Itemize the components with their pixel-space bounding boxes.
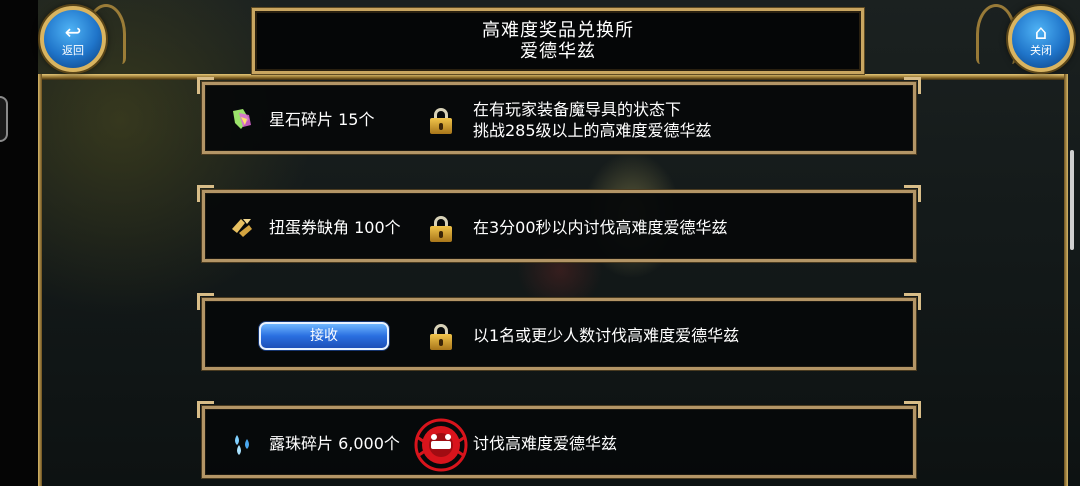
scrollbar[interactable] [1070,150,1074,250]
reward-label: 露珠碎片 6,000个 [269,434,400,453]
home-icon: ⌂ [1034,19,1048,44]
condition-text: 在有玩家装备魔导具的状态下 [473,100,682,119]
reward-row: 露珠碎片 6,000个 讨伐高难度爱德华兹 [201,405,917,479]
close-button[interactable]: ⌂ 关闭 [1008,6,1074,72]
page-subtitle: 爱德华兹 [520,41,596,62]
back-arrow-icon: ↩ [64,19,82,44]
back-button-label: 返回 [62,43,84,57]
boss-defeated-emblem-icon [414,418,468,472]
lock-icon [429,108,453,134]
lock-icon [429,324,453,350]
reward-label: 扭蛋券缺角 100个 [269,218,401,237]
back-button[interactable]: ↩ 返回 [40,6,106,72]
frame-right-border [1064,74,1068,486]
frame-left-border [38,74,42,486]
reward-label: 星石碎片 15个 [269,110,375,129]
dew-drop-icon [229,431,255,457]
receive-button[interactable]: 接收 [259,322,389,350]
lock-icon [429,216,453,242]
close-button-label: 关闭 [1030,43,1052,57]
reward-row: 接收 以1名或更少人数讨伐高难度爱德华兹 [201,297,917,371]
gacha-ticket-icon [229,215,255,241]
condition-text: 讨伐高难度爱德华兹 [473,434,618,453]
reward-row: 星石碎片 15个 在有玩家装备魔导具的状态下 挑战285级以上的高难度爱德华兹 [201,81,917,155]
star-stone-icon [229,107,255,133]
reward-row: 扭蛋券缺角 100个 在3分00秒以内讨伐高难度爱德华兹 [201,189,917,263]
condition-text-line2: 挑战285级以上的高难度爱德华兹 [473,121,712,140]
side-panel-handle[interactable] [0,96,8,142]
title-panel: 高难度奖品兑换所 爱德华兹 [251,7,865,75]
condition-text: 在3分00秒以内讨伐高难度爱德华兹 [473,218,728,237]
screen-edge [0,0,38,486]
page-title: 高难度奖品兑换所 [482,20,634,41]
condition-text: 以1名或更少人数讨伐高难度爱德华兹 [473,326,740,345]
